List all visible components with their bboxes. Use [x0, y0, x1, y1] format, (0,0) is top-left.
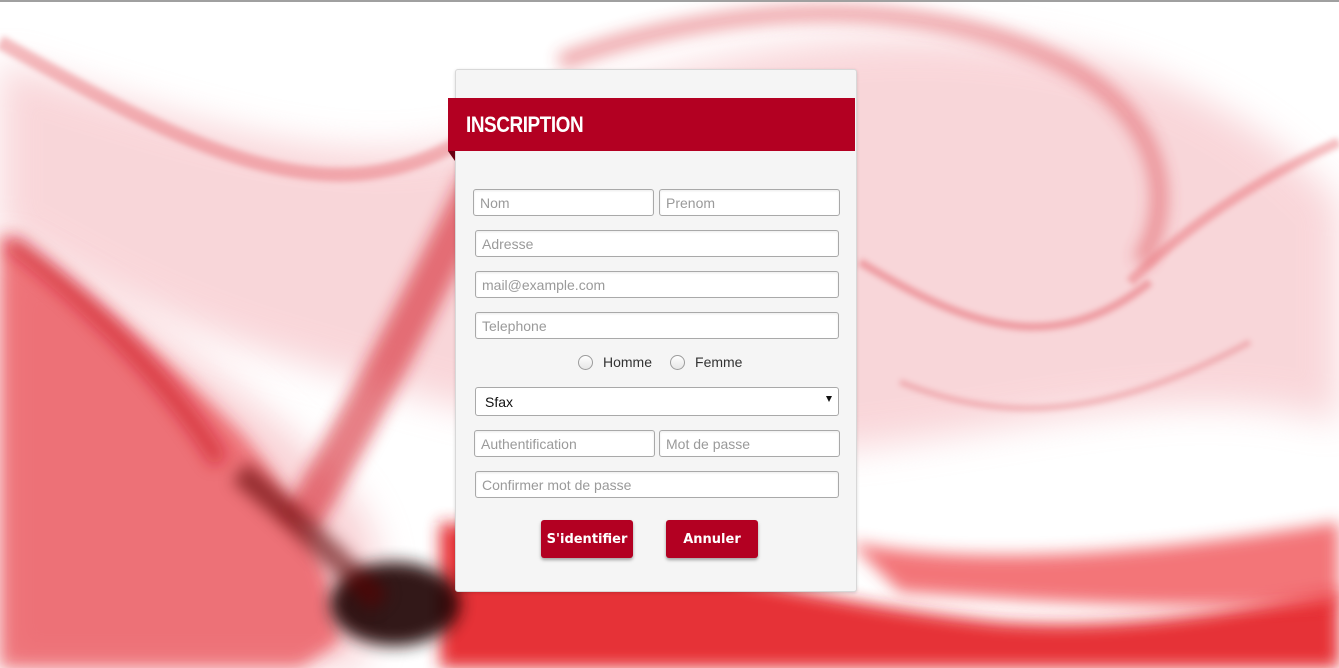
gender-radio-group: Homme Femme: [578, 354, 742, 370]
femme-label: Femme: [695, 354, 743, 370]
email-input[interactable]: [475, 271, 839, 298]
annuler-button[interactable]: Annuler: [666, 520, 758, 558]
password-input[interactable]: [659, 430, 840, 457]
adresse-input[interactable]: [475, 230, 839, 257]
telephone-input[interactable]: [475, 312, 839, 339]
city-select[interactable]: Sfax: [475, 387, 839, 416]
nom-input[interactable]: [473, 189, 654, 216]
authentification-input[interactable]: [474, 430, 655, 457]
city-select-value: Sfax: [485, 394, 514, 410]
homme-label: Homme: [603, 354, 653, 370]
homme-radio[interactable]: [578, 354, 593, 370]
dropdown-arrow-icon: [826, 396, 832, 402]
confirm-password-input[interactable]: [475, 471, 839, 498]
prenom-input[interactable]: [659, 189, 840, 216]
ribbon-fold: [448, 151, 455, 161]
form-title: INSCRIPTION: [466, 112, 584, 137]
sidentifier-button[interactable]: S'identifier: [541, 520, 633, 558]
femme-radio[interactable]: [670, 354, 686, 370]
